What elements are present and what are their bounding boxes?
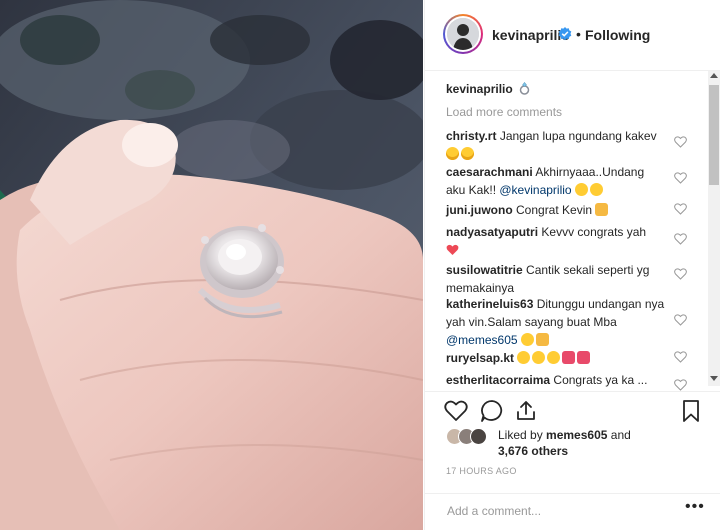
caption-username[interactable]: kevinaprilio bbox=[446, 82, 513, 96]
comment-item: estherlitacorraima Congrats ya ka ... bbox=[446, 371, 666, 389]
heart-eyes-cat-icon bbox=[562, 351, 576, 364]
comment-like-icon[interactable] bbox=[674, 172, 687, 184]
post-timestamp[interactable]: 17 HOURS AGO bbox=[446, 466, 517, 476]
comment-item: christy.rt Jangan lupa ngundang kakev bbox=[446, 127, 666, 163]
comment-username[interactable]: susilowatitrie bbox=[446, 263, 523, 277]
comment-username[interactable]: christy.rt bbox=[446, 129, 496, 143]
comment-username[interactable]: juni.juwono bbox=[446, 203, 513, 217]
likes-count[interactable]: 3,676 others bbox=[498, 444, 568, 458]
comments-list: kevinaprilio Load more comments christy.… bbox=[425, 71, 707, 391]
liked-by-prefix: Liked by bbox=[498, 428, 543, 442]
post-side-panel: kevinaprilio • Following kevinaprilio Lo… bbox=[424, 0, 720, 530]
avatar-image bbox=[447, 18, 479, 50]
comment-item: juni.juwono Congrat Kevin bbox=[446, 201, 666, 219]
star-eyes-icon bbox=[547, 351, 561, 364]
comment-item: susilowatitrie Cantik sekali seperti yg … bbox=[446, 261, 666, 297]
heart-icon bbox=[446, 244, 459, 255]
liker-avatar[interactable] bbox=[470, 428, 487, 445]
caption: kevinaprilio bbox=[446, 82, 530, 96]
scroll-down-icon[interactable] bbox=[710, 376, 718, 381]
header-separator: • bbox=[576, 26, 581, 42]
comment-mention[interactable]: @memes605 bbox=[446, 333, 518, 347]
comment-like-icon[interactable] bbox=[674, 203, 687, 215]
comment-like-icon[interactable] bbox=[674, 379, 687, 391]
comment-username[interactable]: nadyasatyaputri bbox=[446, 225, 538, 239]
comment-like-icon[interactable] bbox=[674, 314, 687, 326]
post-header: kevinaprilio • Following bbox=[425, 0, 720, 71]
heart-eyes-cat-icon bbox=[577, 351, 591, 364]
ring-icon bbox=[519, 82, 530, 95]
post-photo[interactable] bbox=[0, 0, 423, 530]
ring-on-hand-photo bbox=[0, 0, 423, 530]
comment-username[interactable]: estherlitacorraima bbox=[446, 373, 550, 387]
comment-like-icon[interactable] bbox=[674, 233, 687, 245]
comment-like-icon[interactable] bbox=[674, 268, 687, 280]
comment-mention[interactable]: @kevinaprilio bbox=[499, 183, 571, 197]
grinning-icon bbox=[461, 147, 474, 160]
kiss-icon bbox=[520, 333, 534, 346]
comment-text: Jangan lupa ngundang kakev bbox=[499, 129, 657, 143]
comments-scrollbar[interactable] bbox=[708, 71, 720, 386]
add-comment-input[interactable] bbox=[445, 500, 669, 522]
verified-badge-icon bbox=[558, 27, 572, 41]
comment-like-icon[interactable] bbox=[674, 351, 687, 363]
likes-summary: Liked by memes605 and 3,676 others bbox=[446, 427, 706, 467]
comment-item: caesarachmani Akhirnyaaa..Undang aku Kak… bbox=[446, 163, 666, 199]
comment-item: nadyasatyaputri Kevvv congrats yah bbox=[446, 223, 666, 259]
comment-text: Kevvv congrats yah bbox=[541, 225, 647, 239]
comment-text: Congrat Kevin bbox=[516, 203, 593, 217]
add-comment-bar: ••• bbox=[425, 493, 720, 531]
following-button[interactable]: Following bbox=[585, 27, 650, 43]
comment-item: katherineluis63 Ditunggu undangan nya ya… bbox=[446, 295, 666, 349]
comment-item: ruryelsap.kt bbox=[446, 349, 666, 367]
heart-outline-icon[interactable] bbox=[443, 398, 469, 424]
scrollbar-thumb[interactable] bbox=[709, 85, 719, 185]
more-options-icon[interactable]: ••• bbox=[685, 498, 705, 516]
load-more-comments[interactable]: Load more comments bbox=[446, 105, 562, 119]
liked-by-and: and bbox=[610, 428, 631, 442]
comment-like-icon[interactable] bbox=[674, 136, 687, 148]
star-eyes-icon bbox=[517, 351, 531, 364]
comment-username[interactable]: caesarachmani bbox=[446, 165, 533, 179]
comment-username[interactable]: ruryelsap.kt bbox=[446, 351, 514, 365]
star-eyes-icon bbox=[589, 183, 603, 196]
star-eyes-icon bbox=[574, 183, 588, 196]
liked-by-user[interactable]: memes605 bbox=[546, 428, 607, 442]
star-eyes-icon bbox=[532, 351, 546, 364]
pray-icon bbox=[595, 203, 609, 216]
bookmark-icon[interactable] bbox=[678, 398, 704, 424]
liked-by-text: Liked by memes605 and 3,676 others bbox=[498, 427, 708, 459]
share-icon[interactable] bbox=[513, 398, 539, 424]
comment-bubble-icon[interactable] bbox=[479, 398, 505, 424]
comment-text: Congrats ya ka ... bbox=[553, 373, 648, 387]
comment-username[interactable]: katherineluis63 bbox=[446, 297, 533, 311]
pray-icon bbox=[535, 333, 549, 346]
avatar[interactable] bbox=[443, 14, 483, 54]
grinning-icon bbox=[446, 147, 459, 160]
scroll-up-icon[interactable] bbox=[710, 73, 718, 78]
